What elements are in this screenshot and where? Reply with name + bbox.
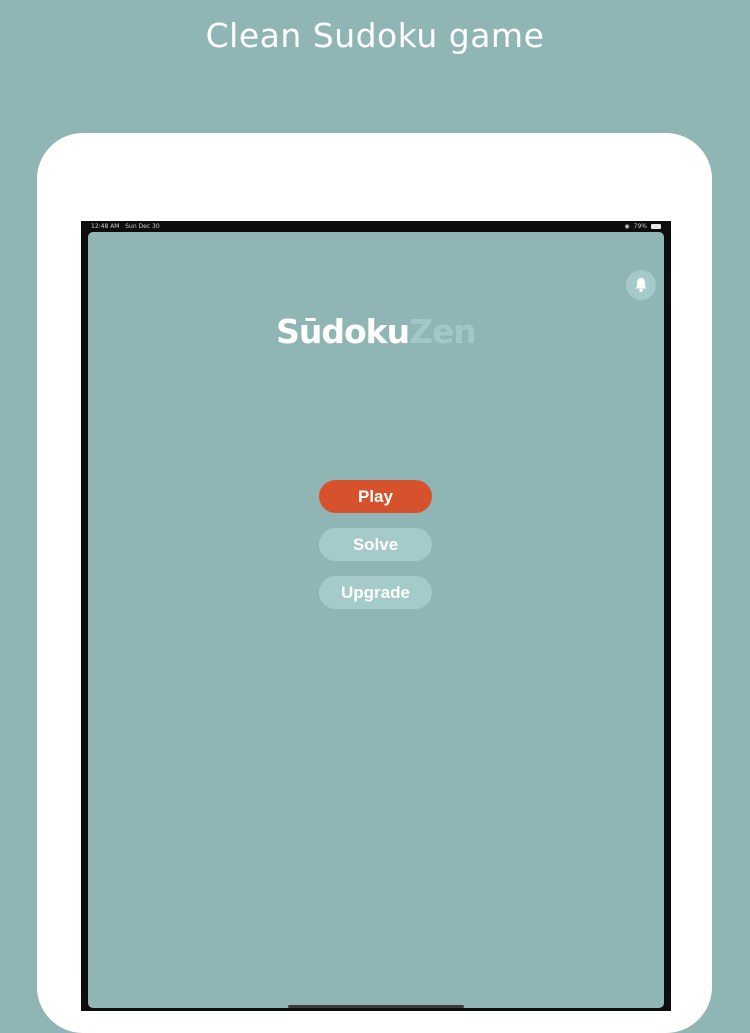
status-date: Sun Dec 30 [125,223,160,230]
bell-icon [635,278,647,292]
app-logo: SūdokuZen [88,312,664,351]
status-time: 12:48 AM [91,223,120,230]
battery-percent: 79% [633,223,647,230]
battery-icon [651,224,661,229]
home-indicator [288,1005,464,1008]
status-bar: 12:48 AM Sun Dec 30 ◉ 79% [81,221,671,232]
wifi-icon: ◉ [624,223,630,230]
solve-button[interactable]: Solve [319,528,432,561]
notifications-button[interactable] [626,270,656,300]
upgrade-button[interactable]: Upgrade [319,576,432,609]
app-screen: SūdokuZen Play Solve Upgrade [88,232,664,1008]
logo-zen: Zen [409,312,477,351]
logo-sudoku: Sūdoku [276,312,410,351]
main-menu: Play Solve Upgrade [319,480,432,624]
status-indicators: ◉ 79% [624,221,661,232]
status-time-date: 12:48 AM Sun Dec 30 [91,221,160,232]
marketing-headline: Clean Sudoku game [205,16,545,55]
tablet-bezel: 12:48 AM Sun Dec 30 ◉ 79% SūdokuZen Play… [81,221,671,1011]
play-button[interactable]: Play [319,480,432,513]
